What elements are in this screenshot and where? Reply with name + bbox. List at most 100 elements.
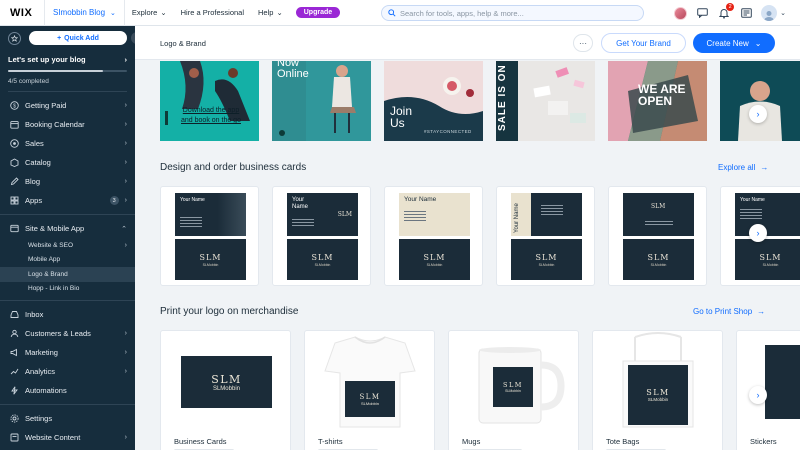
- sidebar-item-apps[interactable]: Apps 3 ›: [0, 191, 135, 210]
- template-image: [496, 61, 595, 141]
- explore-all-label: Explore all: [718, 163, 756, 172]
- card-brand: SLMobbin: [538, 262, 555, 267]
- template-image: [720, 61, 800, 141]
- sidebar-item-label: Booking Calendar: [25, 120, 85, 129]
- wix-logo[interactable]: WIX: [0, 7, 44, 19]
- business-cards-row: Your Name SLM SLMobbin Your Name SLM SLM…: [160, 186, 800, 286]
- merch-item-mugs[interactable]: SLM SLMobbin Mugs: [448, 330, 579, 450]
- setup-progress-fill: [8, 70, 104, 72]
- sidebar-subitem-website-seo[interactable]: Website & SEO ›: [0, 238, 135, 253]
- sidebar-item-booking-calendar[interactable]: Booking Calendar ›: [0, 115, 135, 134]
- sales-icon: [10, 139, 19, 148]
- search-input[interactable]: [400, 8, 630, 18]
- more-actions-button[interactable]: ···: [573, 34, 593, 52]
- template-card[interactable]: Now Online: [272, 61, 371, 141]
- sidebar: + Quick Add ‹ Let's set up your blog › 4…: [0, 26, 143, 450]
- card-back: SLM SLMobbin: [735, 239, 800, 280]
- nav-hire-professional[interactable]: Hire a Professional: [174, 8, 251, 17]
- card-back: SLM SLMobbin: [399, 239, 470, 280]
- template-card[interactable]: WE ARE OPEN: [608, 61, 707, 141]
- search-bar[interactable]: [381, 5, 644, 21]
- card-brand: SLMobbin: [426, 262, 443, 267]
- sidebar-item-catalog[interactable]: Catalog ›: [0, 153, 135, 172]
- sidebar-subitem-hopp[interactable]: Hopp - Link in Bio: [0, 282, 135, 297]
- news-icon[interactable]: [739, 6, 753, 20]
- sidebar-item-settings[interactable]: Settings: [0, 409, 135, 428]
- sidebar-item-automations[interactable]: Automations: [0, 381, 135, 400]
- merch-item-stickers[interactable]: Stickers: [736, 330, 800, 450]
- template-card[interactable]: Join Us #STAYCONNECTED: [384, 61, 483, 141]
- search-icon: [388, 9, 396, 17]
- sidebar-item-website-content[interactable]: Website Content ›: [0, 428, 135, 447]
- chevron-right-icon: ›: [756, 109, 760, 119]
- setup-checklist[interactable]: Let's set up your blog › 4/5 completed: [8, 55, 127, 92]
- merch-title: Print your logo on merchandise: [160, 306, 299, 317]
- sidebar-item-analytics[interactable]: Analytics ›: [0, 362, 135, 381]
- user-menu[interactable]: ⌄: [761, 5, 786, 21]
- upgrade-button[interactable]: Upgrade: [295, 7, 341, 18]
- pin-icon[interactable]: [8, 31, 21, 45]
- chevron-right-icon: ›: [124, 349, 127, 356]
- sidebar-item-site-mobile-app[interactable]: Site & Mobile App ⌃: [0, 219, 135, 238]
- sidebar-subitem-logo-brand[interactable]: Logo & Brand: [0, 267, 135, 282]
- logo-mark: SLM SLMobbin: [646, 388, 669, 402]
- sidebar-item-label: Marketing: [25, 348, 58, 357]
- sidebar-subitem-mobile-app[interactable]: Mobile App: [0, 253, 135, 268]
- chevron-right-icon: ›: [756, 390, 760, 400]
- sidebar-item-marketing[interactable]: Marketing ›: [0, 343, 135, 362]
- template-text: Join Us: [390, 104, 413, 130]
- merch-item-business-cards[interactable]: SLM SLMobbin Business Cards: [160, 330, 291, 450]
- print-shop-link[interactable]: Go to Print Shop →: [693, 307, 765, 316]
- card-back: SLM SLMobbin: [511, 239, 582, 280]
- setup-title: Let's set up your blog: [8, 55, 86, 64]
- business-card-template[interactable]: Your Name SLM SLMobbin: [160, 186, 259, 286]
- chevron-right-icon: ›: [124, 178, 127, 185]
- apps-icon: [10, 196, 19, 205]
- business-card-template[interactable]: Your Name SLM SLMobbin: [384, 186, 483, 286]
- sidebar-item-getting-paid[interactable]: $ Getting Paid ›: [0, 96, 135, 115]
- site-switcher[interactable]: SImobbin Blog ⌄: [44, 0, 125, 26]
- business-card-template[interactable]: SLM SLM SLMobbin: [608, 186, 707, 286]
- logo-mark: SLM SLMobbin: [359, 393, 380, 406]
- template-card[interactable]: SALE IS ON: [496, 61, 595, 141]
- nav-help[interactable]: Help ⌄: [251, 8, 290, 17]
- template-card[interactable]: Download the app and book on the go: [160, 61, 259, 141]
- sidebar-item-sales[interactable]: Sales ›: [0, 134, 135, 153]
- create-new-button[interactable]: Create New ⌄: [693, 33, 775, 53]
- quick-add-label: Quick Add: [64, 34, 99, 42]
- business-card-template[interactable]: Your Name SLM SLMobbin: [496, 186, 595, 286]
- logo-mark-name: SLMobbin: [360, 400, 379, 406]
- apps-count-badge: 3: [109, 196, 119, 205]
- chevron-right-icon: ›: [124, 434, 127, 441]
- sidebar-item-label: Sales: [25, 139, 44, 148]
- sidebar-item-label: Automations: [25, 386, 67, 395]
- sidebar-subitem-label: Mobile App: [28, 256, 61, 264]
- sidebar-subitem-label: Logo & Brand: [28, 270, 68, 278]
- chevron-down-icon: ⌄: [276, 8, 283, 17]
- chat-icon[interactable]: [695, 6, 709, 20]
- template-text: SALE IS ON: [497, 64, 508, 131]
- get-your-brand-button[interactable]: Get Your Brand: [601, 33, 686, 53]
- template-card[interactable]: [720, 61, 800, 141]
- quick-add-button[interactable]: + Quick Add: [29, 31, 127, 45]
- explore-all-link[interactable]: Explore all →: [718, 163, 768, 172]
- merch-item-tote-bags[interactable]: SLM SLMobbin Tote Bags: [592, 330, 723, 450]
- card-front: Your Name: [511, 193, 582, 236]
- business-card-template[interactable]: Your Name SLM SLM SLMobbin: [272, 186, 371, 286]
- sidebar-item-customers-leads[interactable]: Customers & Leads ›: [0, 324, 135, 343]
- card-name: Your Name: [180, 197, 205, 203]
- nav-explore[interactable]: Explore ⌄: [125, 8, 174, 17]
- sidebar-item-label: Site & Mobile App: [25, 224, 85, 233]
- logo-mark-name: SLMobbin: [505, 389, 521, 393]
- merch-next-button[interactable]: ›: [749, 386, 767, 404]
- sidebar-item-blog[interactable]: Blog ›: [0, 172, 135, 191]
- sidebar-item-inbox[interactable]: Inbox: [0, 305, 135, 324]
- site-avatar[interactable]: [674, 6, 688, 20]
- card-brand: SLMobbin: [650, 262, 667, 267]
- card-details: [292, 219, 314, 228]
- logo-mark-letters: SLM: [646, 388, 670, 397]
- merch-item-t-shirts[interactable]: SLM SLMobbin T-shirts: [304, 330, 435, 450]
- business-cards-next-button[interactable]: ›: [749, 224, 767, 242]
- templates-next-button[interactable]: ›: [749, 105, 767, 123]
- bell-icon[interactable]: 2: [717, 3, 735, 20]
